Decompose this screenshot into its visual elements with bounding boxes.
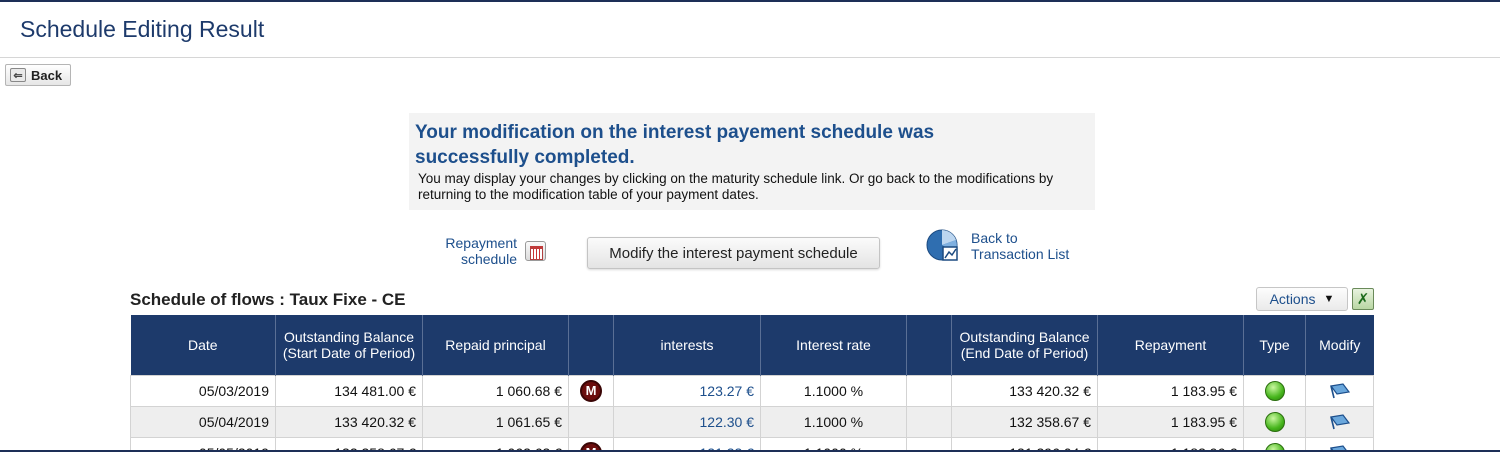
col-header-interest-rate[interactable]: Interest rate bbox=[760, 315, 907, 375]
cell-rate: 1.1000 % bbox=[760, 374, 907, 407]
edit-flag-icon[interactable] bbox=[1329, 383, 1351, 399]
actions-dropdown[interactable]: Actions ▼ bbox=[1256, 287, 1348, 311]
arrow-left-icon: ⇐ bbox=[10, 68, 26, 82]
actions-label: Actions bbox=[1269, 291, 1316, 307]
cell-repayment: 1 183.95 € bbox=[1097, 405, 1244, 438]
m-badge-icon[interactable]: M bbox=[580, 379, 602, 402]
green-status-icon bbox=[1264, 411, 1285, 432]
cell-interests[interactable]: 123.27 € bbox=[613, 374, 761, 407]
green-status-icon bbox=[1264, 380, 1285, 401]
col-header-end-balance[interactable]: Outstanding Balance (End Date of Period) bbox=[951, 315, 1098, 375]
cell-type bbox=[1243, 374, 1306, 407]
cell-principal: 1 061.65 € bbox=[422, 405, 569, 438]
calendar-icon[interactable] bbox=[525, 241, 546, 261]
success-message-title: Your modification on the interest payeme… bbox=[415, 122, 935, 168]
back-button-label: Back bbox=[31, 67, 63, 83]
excel-export-icon[interactable]: ✗ bbox=[1352, 288, 1374, 310]
cell-date: 05/04/2019 bbox=[130, 405, 276, 438]
back-button[interactable]: ⇐ Back bbox=[5, 64, 72, 86]
table-row: 05/03/2019 134 481.00 € 1 060.68 € M 123… bbox=[130, 374, 1374, 407]
col-header-start-balance[interactable]: Outstanding Balance (Start Date of Perio… bbox=[275, 315, 423, 375]
cell-rate: 1.1000 % bbox=[760, 405, 907, 438]
edit-flag-icon[interactable] bbox=[1329, 414, 1351, 430]
cell-interests[interactable]: 122.30 € bbox=[613, 405, 761, 438]
cell-repayment: 1 183.95 € bbox=[1097, 374, 1244, 407]
cell-principal: 1 060.68 € bbox=[422, 374, 569, 407]
table-header-row: Date Outstanding Balance (Start Date of … bbox=[130, 315, 1374, 375]
back-to-transaction-list-link[interactable]: Back to Transaction List bbox=[971, 230, 1081, 262]
page-title: Schedule Editing Result bbox=[20, 16, 265, 42]
modify-interest-schedule-button[interactable]: Modify the interest payment schedule bbox=[587, 237, 880, 269]
col-header-modify: Modify bbox=[1305, 315, 1374, 375]
title-divider bbox=[0, 57, 1500, 58]
cell-end-balance: 133 420.32 € bbox=[951, 374, 1098, 407]
success-message-text: You may display your changes by clicking… bbox=[418, 171, 1054, 202]
caret-down-icon: ▼ bbox=[1323, 293, 1335, 305]
cell-marker bbox=[568, 405, 614, 438]
col-header-interests[interactable]: interests bbox=[613, 315, 761, 375]
col-header-blank bbox=[906, 315, 952, 375]
cell-blank bbox=[906, 405, 952, 438]
cell-type bbox=[1243, 405, 1306, 438]
col-header-repaid-principal[interactable]: Repaid principal bbox=[422, 315, 569, 375]
cell-blank bbox=[906, 374, 952, 407]
col-header-repayment[interactable]: Repayment bbox=[1097, 315, 1244, 375]
repayment-schedule-link[interactable]: Repayment schedule bbox=[420, 235, 517, 267]
cell-end-balance: 132 358.67 € bbox=[951, 405, 1098, 438]
schedule-title: Schedule of flows : Taux Fixe - CE bbox=[130, 290, 406, 309]
transaction-list-icon[interactable] bbox=[925, 228, 963, 264]
cell-date: 05/03/2019 bbox=[130, 374, 276, 407]
cell-modify bbox=[1305, 374, 1374, 407]
cell-marker: M bbox=[568, 374, 614, 407]
cell-start-balance: 133 420.32 € bbox=[275, 405, 423, 438]
col-header-type[interactable]: Type bbox=[1243, 315, 1306, 375]
success-message-box: Your modification on the interest payeme… bbox=[409, 113, 1095, 210]
schedule-table: Date Outstanding Balance (Start Date of … bbox=[130, 315, 1374, 452]
col-header-date[interactable]: Date bbox=[130, 315, 276, 375]
col-header-marker bbox=[568, 315, 614, 375]
table-row: 05/04/2019 133 420.32 € 1 061.65 € 122.3… bbox=[130, 405, 1374, 438]
cell-start-balance: 134 481.00 € bbox=[275, 374, 423, 407]
cell-modify bbox=[1305, 405, 1374, 438]
